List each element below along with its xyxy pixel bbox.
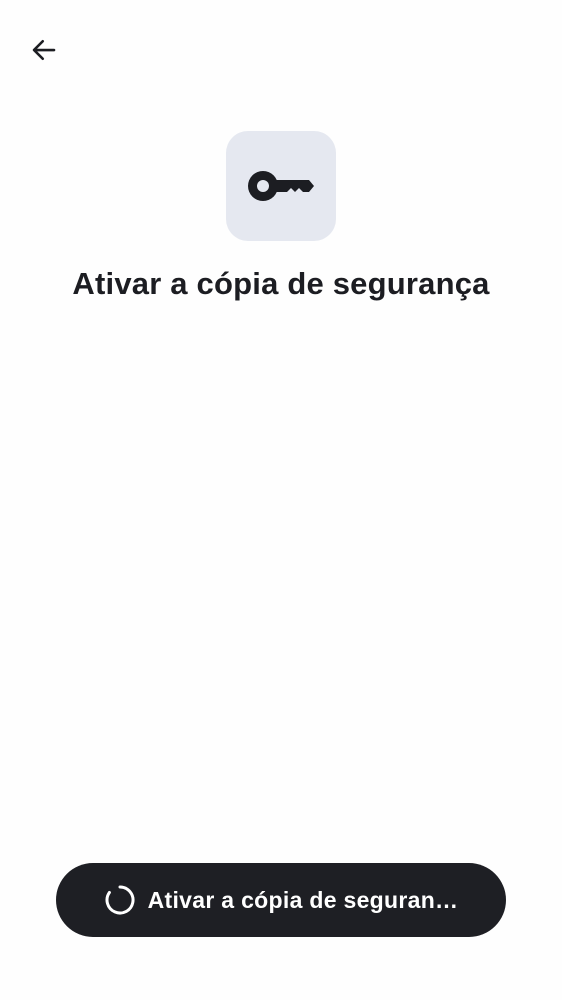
page-title: Ativar a cópia de segurança — [72, 266, 490, 301]
key-icon — [248, 171, 314, 201]
enable-backup-button-label: Ativar a cópia de seguran… — [147, 886, 459, 913]
spinner-icon — [104, 884, 136, 916]
arrow-left-icon — [32, 39, 56, 61]
back-button[interactable] — [22, 28, 66, 72]
key-icon-tile — [226, 131, 336, 241]
backup-screen: Ativar a cópia de segurança Ativar a cóp… — [0, 0, 562, 1000]
enable-backup-button[interactable]: Ativar a cópia de seguran… — [56, 863, 506, 937]
